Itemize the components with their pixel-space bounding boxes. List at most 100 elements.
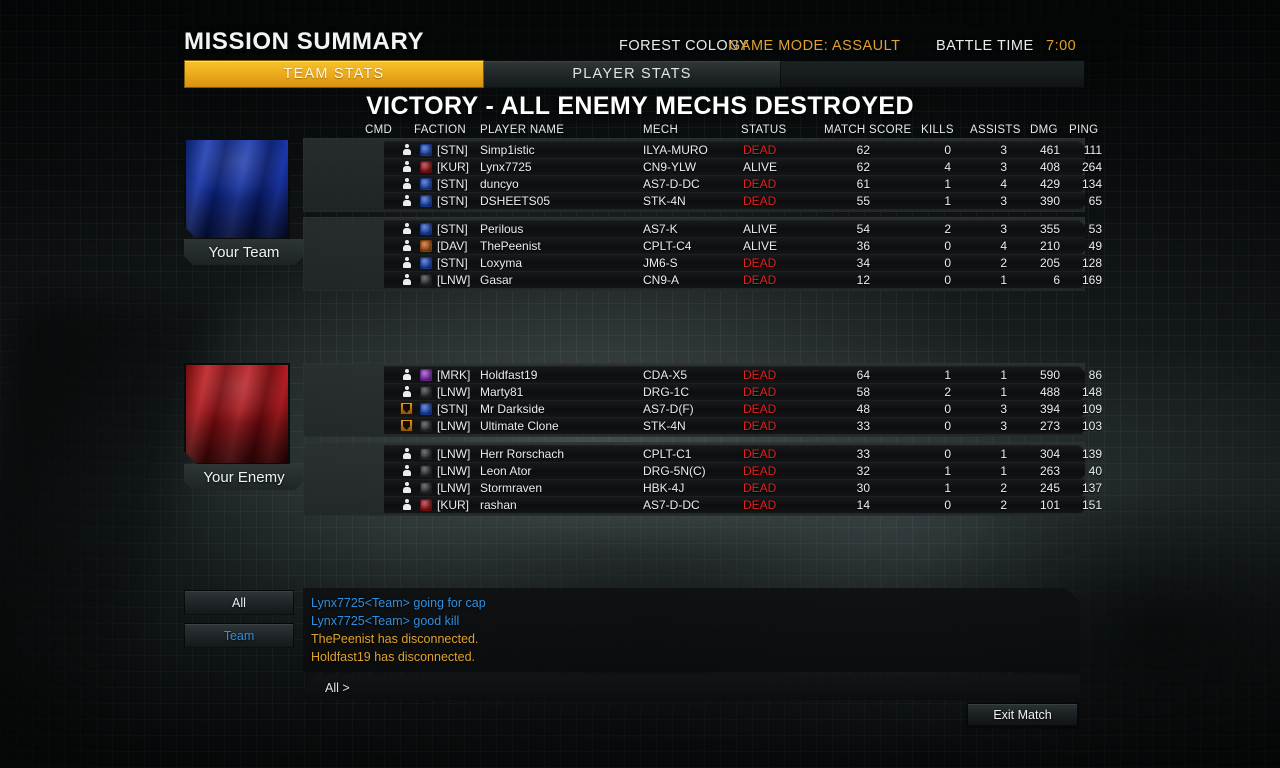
team-banner-your-team: Your Team: [184, 138, 304, 265]
cell-status: DEAD: [743, 176, 777, 191]
cell-status: DEAD: [743, 255, 777, 270]
chat-log[interactable]: Lynx7725<Team> going for cap Lynx7725<Tea…: [303, 588, 1080, 672]
player-icon: [400, 222, 413, 235]
player-icon: [400, 256, 413, 269]
cell-faction: [LNW]: [437, 463, 471, 478]
cell-player: Gasar: [480, 272, 513, 287]
table-row[interactable]: [KUR] rashan AS7-D-DC DEAD 14 0 2 101 151: [303, 496, 1102, 513]
column-header-faction: FACTION: [414, 124, 466, 136]
cell-kills: 0: [944, 401, 951, 416]
stats-tab-bar: TEAM STATS PLAYER STATS: [184, 60, 1085, 88]
tab-player-stats[interactable]: PLAYER STATS: [484, 60, 781, 88]
team-lances-your-enemy: [MRK] Holdfast19 CDA-X5 DEAD 64 1 1 590 86 [LNW] M…: [303, 363, 1102, 521]
cell-kills: 1: [944, 176, 951, 191]
cell-player: Marty81: [480, 384, 524, 399]
player-icon: [400, 273, 413, 286]
cell-faction: [MRK]: [437, 367, 471, 382]
table-row[interactable]: [LNW] Ultimate Clone STK-4N DEAD 33 0 3 273 103: [303, 417, 1102, 434]
chat-line: Lynx7725<Team> good kill: [311, 614, 460, 628]
table-row[interactable]: [LNW] Stormraven HBK-4J DEAD 30 1 2 245 137: [303, 479, 1102, 496]
cell-status: DEAD: [743, 401, 777, 416]
chat-input-prefix: All >: [325, 680, 350, 695]
team-lances-your-team: [STN] Simp1istic ILYA-MURO DEAD 62 0 3 461 111 [K…: [303, 138, 1102, 296]
cell-faction: [LNW]: [437, 446, 471, 461]
faction-icon: [420, 160, 432, 173]
cell-player: Holdfast19: [480, 367, 538, 382]
cell-ping: 148: [1081, 384, 1102, 399]
cell-mech: CPLT-C4: [643, 238, 692, 253]
cell-player: Ultimate Clone: [480, 418, 559, 433]
cell-status: DEAD: [743, 418, 777, 433]
faction-icon: [420, 464, 432, 477]
player-icon: [400, 481, 413, 494]
chat-filter-team[interactable]: Team: [184, 623, 294, 648]
cell-status: DEAD: [743, 367, 777, 382]
table-row[interactable]: [KUR] Lynx7725 CN9-YLW ALIVE 62 4 3 408 264: [303, 158, 1102, 175]
table-row[interactable]: [LNW] Leon Ator DRG-5N(C) DEAD 32 1 1 263 40: [303, 462, 1102, 479]
chat-input[interactable]: All >: [303, 675, 1080, 700]
table-row[interactable]: [STN] DSHEETS05 STK-4N DEAD 55 1 3 390 65: [303, 192, 1102, 209]
cell-kills: 0: [944, 238, 951, 253]
cell-assists: 2: [1000, 480, 1007, 495]
cell-mech: AS7-D-DC: [643, 497, 700, 512]
cell-kills: 0: [944, 272, 951, 287]
chat-filter-all[interactable]: All: [184, 590, 294, 615]
cell-status: DEAD: [743, 480, 777, 495]
cell-player: Loxyma: [480, 255, 523, 270]
player-icon: [400, 385, 413, 398]
cell-status: ALIVE: [743, 159, 778, 174]
faction-icon: [420, 419, 432, 432]
faction-icon: [420, 177, 432, 190]
player-icon: [400, 160, 413, 173]
lance-group: [STN] Simp1istic ILYA-MURO DEAD 62 0 3 4 61 111 [K…: [303, 138, 1102, 212]
cell-assists: 1: [1000, 272, 1007, 287]
cell-ping: 109: [1081, 401, 1102, 416]
cell-assists: 3: [1000, 193, 1007, 208]
cell-ping: 40: [1088, 463, 1102, 478]
table-row[interactable]: [LNW] Marty81 DRG-1C DEAD 58 2 1 488 148: [303, 383, 1102, 400]
cell-score: 14: [856, 497, 870, 512]
cell-score: 33: [856, 418, 870, 433]
cell-kills: 0: [944, 446, 951, 461]
cell-player: Stormraven: [480, 480, 543, 495]
cell-player: Leon Ator: [480, 463, 532, 478]
cell-score: 48: [856, 401, 870, 416]
cell-kills: 0: [944, 418, 951, 433]
cell-mech: DRG-5N(C): [643, 463, 706, 478]
column-header-ping: PING: [1069, 124, 1099, 136]
cell-mech: AS7-K: [643, 221, 678, 236]
team-name-label: Your Team: [184, 239, 304, 265]
table-row[interactable]: [DAV] ThePeenist CPLT-C4 ALIVE 36 0 4 210 49: [303, 237, 1102, 254]
cell-player: duncyo: [480, 176, 519, 191]
cell-assists: 3: [1000, 418, 1007, 433]
cell-mech: AS7-D(F): [643, 401, 694, 416]
table-row[interactable]: [STN] duncyo AS7-D-DC DEAD 61 1 4 429 134: [303, 175, 1102, 192]
player-icon: [400, 498, 413, 511]
cell-faction: [DAV]: [437, 238, 468, 253]
cell-kills: 1: [944, 367, 951, 382]
tab-team-stats[interactable]: TEAM STATS: [184, 60, 484, 88]
table-row[interactable]: [LNW] Gasar CN9-A DEAD 12 0 1 6 169: [303, 271, 1102, 288]
victory-banner: VICTORY - ALL ENEMY MECHS DESTROYED: [366, 92, 914, 120]
match-meta: FOREST COLONY GAME MODE: ASSAULT BATTLE …: [184, 28, 1084, 56]
table-row[interactable]: [LNW] Herr Rorschach CPLT-C1 DEAD 33 0 1 304 139: [303, 445, 1102, 462]
cell-ping: 134: [1081, 176, 1102, 191]
cell-faction: [LNW]: [437, 418, 471, 433]
cell-faction: [STN]: [437, 193, 468, 208]
exit-match-button[interactable]: Exit Match: [967, 703, 1078, 726]
faction-icon: [420, 368, 432, 381]
cell-ping: 111: [1083, 142, 1102, 157]
cell-assists: 1: [1000, 446, 1007, 461]
table-row[interactable]: [STN] Perilous AS7-K ALIVE 54 2 3 355 53: [303, 220, 1102, 237]
lance-group: [MRK] Holdfast19 CDA-X5 DEAD 64 1 1 590 86 [LNW] M…: [303, 363, 1102, 437]
cell-status: DEAD: [743, 497, 777, 512]
cell-kills: 0: [944, 142, 951, 157]
table-row[interactable]: [STN] Loxyma JM6-S DEAD 34 0 2 205 128: [303, 254, 1102, 271]
cell-assists: 4: [1000, 238, 1007, 253]
table-row[interactable]: [STN] Simp1istic ILYA-MURO DEAD 62 0 3 461 111: [303, 141, 1102, 158]
cell-kills: 2: [944, 384, 951, 399]
table-row[interactable]: [STN] Mr Darkside AS7-D(F) DEAD 48 0 3 394 109: [303, 400, 1102, 417]
cell-faction: [KUR]: [437, 497, 470, 512]
faction-icon: [420, 256, 432, 269]
table-row[interactable]: [MRK] Holdfast19 CDA-X5 DEAD 64 1 1 590 86: [303, 366, 1102, 383]
